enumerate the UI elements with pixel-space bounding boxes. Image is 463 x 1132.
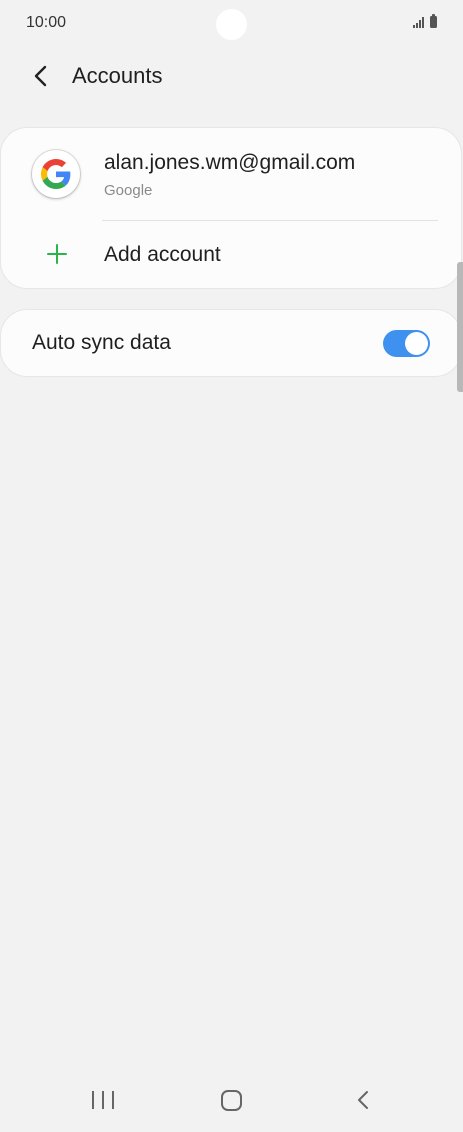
auto-sync-card: Auto sync data	[1, 310, 461, 376]
signal-icon	[413, 16, 424, 28]
page-title: Accounts	[72, 63, 163, 88]
toggle-knob	[405, 332, 428, 355]
status-time: 10:00	[26, 14, 67, 31]
auto-sync-label: Auto sync data	[32, 331, 171, 354]
battery-icon	[430, 14, 437, 28]
plus-icon	[47, 244, 67, 264]
scroll-indicator[interactable]	[457, 262, 463, 392]
status-icons	[413, 14, 437, 28]
camera-cutout	[216, 9, 247, 40]
accounts-card: alan.jones.wm@gmail.com Google Add accou…	[1, 128, 461, 288]
account-provider: Google	[104, 182, 153, 199]
add-account-button[interactable]: Add account	[1, 221, 461, 288]
add-account-label: Add account	[104, 243, 221, 266]
status-bar: 10:00	[0, 0, 463, 50]
account-item-google[interactable]: alan.jones.wm@gmail.com Google	[1, 128, 461, 220]
nav-back-icon	[358, 1091, 368, 1109]
google-logo-icon	[32, 150, 80, 198]
home-button[interactable]	[221, 1090, 242, 1111]
header: Accounts	[0, 55, 463, 99]
auto-sync-toggle[interactable]	[383, 330, 430, 357]
chevron-left-icon	[34, 65, 47, 87]
navigation-bar	[0, 1070, 463, 1132]
nav-back-button[interactable]	[352, 1088, 374, 1112]
recent-apps-button[interactable]	[92, 1091, 114, 1111]
back-button[interactable]	[26, 61, 56, 91]
account-email: alan.jones.wm@gmail.com	[104, 151, 356, 174]
screen: 10:00 Accounts alan.jones.wm@gmail.com G…	[0, 0, 463, 1132]
